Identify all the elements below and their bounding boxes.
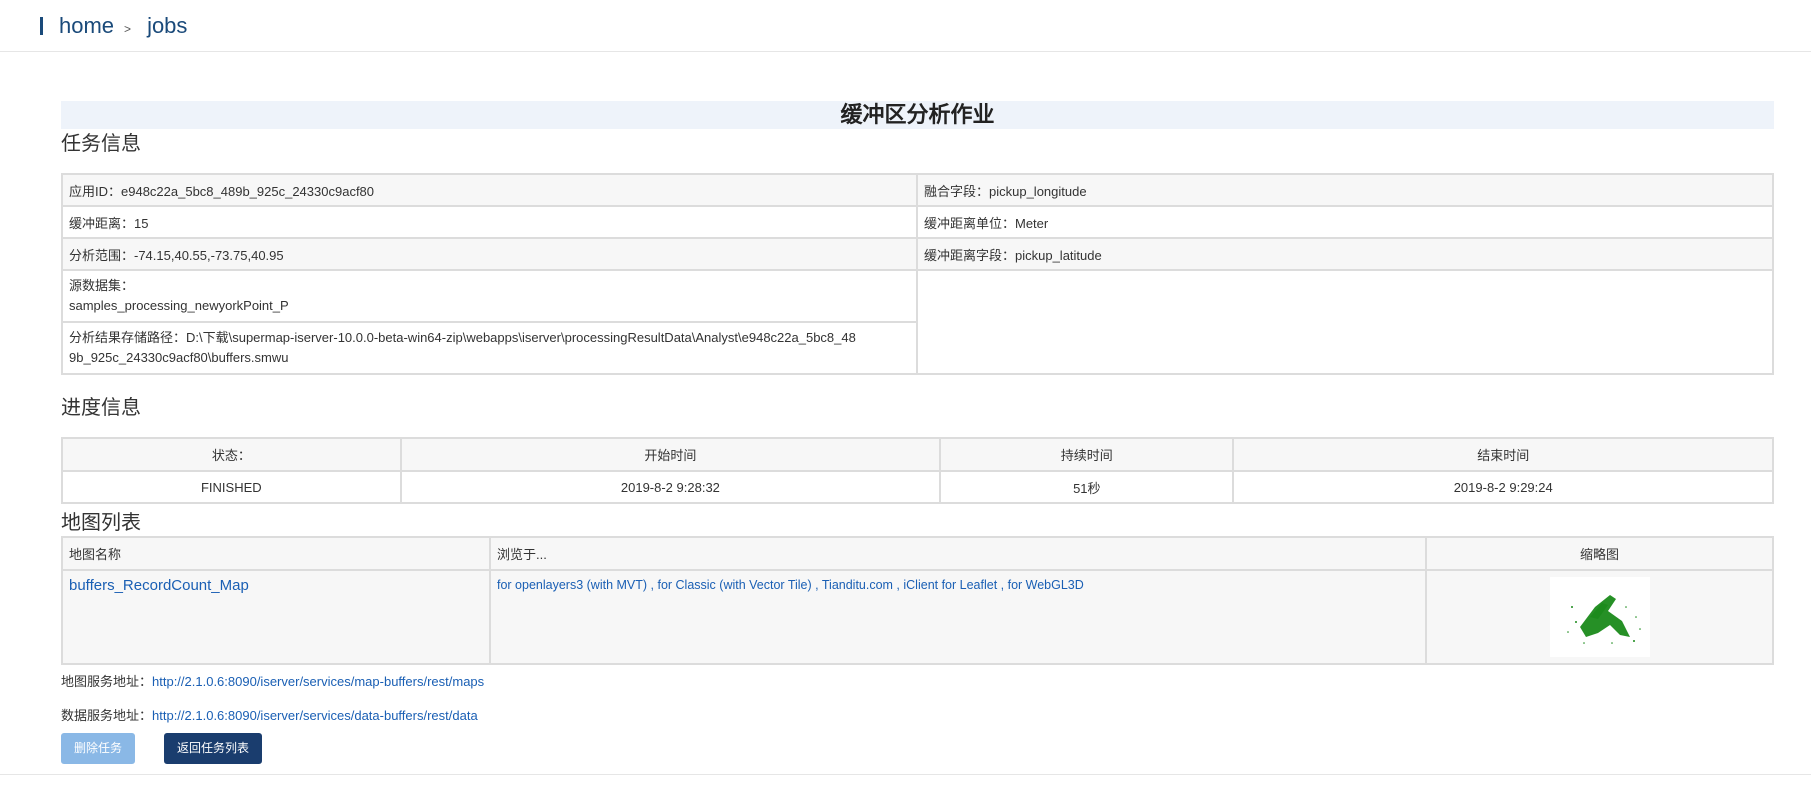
data-service-label: 数据服务地址： <box>61 708 153 723</box>
footer-divider <box>0 774 1811 775</box>
map-list-table: 地图名称 浏览于... 缩略图 buffers_RecordCount_Map … <box>61 536 1774 665</box>
buffer-distance-field: 缓冲距离字段：pickup_latitude <box>916 237 1774 271</box>
table-row: buffers_RecordCount_Map for openlayers3 … <box>61 569 1774 665</box>
map-browse-cell: for openlayers3 (with MVT) , for Classic… <box>489 569 1427 665</box>
data-service-address: 数据服务地址：http://2.1.0.6:8090/iserver/servi… <box>61 705 1774 727</box>
breadcrumb-marker <box>40 16 43 35</box>
buffer-distance: 缓冲距离：15 <box>61 205 918 239</box>
map-header-browse: 浏览于... <box>489 536 1427 571</box>
map-thumbnail-cell <box>1425 569 1774 665</box>
breadcrumb-jobs-link[interactable]: jobs <box>147 13 187 39</box>
map-service-address: 地图服务地址：http://2.1.0.6:8090/iserver/servi… <box>61 671 1774 693</box>
page-title: 缓冲区分析作业 <box>61 101 1774 129</box>
result-path-line2: 9b_925c_24330c9acf80\buffers.smwu <box>69 350 289 365</box>
map-service-label: 地图服务地址： <box>61 674 153 689</box>
source-dataset: 源数据集： samples_processing_newyorkPoint_P <box>61 269 918 323</box>
progress-header-start: 开始时间 <box>399 437 942 472</box>
result-path-line1: 分析结果存储路径：D:\下载\supermap-iserver-10.0.0-b… <box>69 330 856 345</box>
action-buttons: 删除任务 返回任务列表 <box>61 733 1774 764</box>
progress-info-title: 进度信息 <box>61 397 141 419</box>
map-thumbnail-image <box>1566 595 1641 644</box>
source-dataset-value: samples_processing_newyorkPoint_P <box>69 298 289 313</box>
progress-header-duration: 持续时间 <box>939 437 1235 472</box>
analysis-bounds: 分析范围：-74.15,40.55,-73.75,40.95 <box>61 237 918 271</box>
breadcrumb: home > jobs <box>0 0 1811 52</box>
back-to-task-list-button[interactable]: 返回任务列表 <box>164 733 262 764</box>
map-thumbnail[interactable] <box>1549 577 1650 657</box>
map-header-thumbnail: 缩略图 <box>1425 536 1774 571</box>
progress-header-end: 结束时间 <box>1232 437 1774 472</box>
dissolve-field: 融合字段：pickup_longitude <box>916 173 1774 207</box>
progress-start-time: 2019-8-2 9:28:32 <box>399 470 942 504</box>
breadcrumb-home-link[interactable]: home <box>59 13 114 39</box>
map-name-link[interactable]: buffers_RecordCount_Map <box>69 577 249 594</box>
delete-task-button[interactable]: 删除任务 <box>61 733 135 764</box>
progress-header-status: 状态： <box>61 437 402 472</box>
task-info-title: 任务信息 <box>61 133 141 155</box>
progress-status: FINISHED <box>61 470 402 504</box>
source-dataset-label: 源数据集： <box>69 278 135 293</box>
buffer-distance-unit: 缓冲距离单位：Meter <box>916 205 1774 239</box>
result-path: 分析结果存储路径：D:\下载\supermap-iserver-10.0.0-b… <box>61 321 918 375</box>
data-service-link[interactable]: http://2.1.0.6:8090/iserver/services/dat… <box>152 708 478 723</box>
map-browse-links[interactable]: for openlayers3 (with MVT) , for Classic… <box>497 578 1084 592</box>
progress-duration: 51秒 <box>939 470 1235 504</box>
empty-cell <box>916 269 1774 375</box>
progress-end-time: 2019-8-2 9:29:24 <box>1232 470 1774 504</box>
breadcrumb-separator: > <box>124 21 132 36</box>
main-content: 缓冲区分析作业 任务信息 应用ID：e948c22a_5bc8_489b_925… <box>61 101 1774 764</box>
map-service-link[interactable]: http://2.1.0.6:8090/iserver/services/map… <box>152 674 484 689</box>
progress-table: 状态： 开始时间 持续时间 结束时间 FINISHED 2019-8-2 9:2… <box>61 437 1774 504</box>
map-header-name: 地图名称 <box>61 536 491 571</box>
app-id: 应用ID：e948c22a_5bc8_489b_925c_24330c9acf8… <box>61 173 918 207</box>
map-list-title: 地图列表 <box>61 512 141 534</box>
map-name-cell: buffers_RecordCount_Map <box>61 569 491 665</box>
task-info-table: 应用ID：e948c22a_5bc8_489b_925c_24330c9acf8… <box>61 173 1774 375</box>
